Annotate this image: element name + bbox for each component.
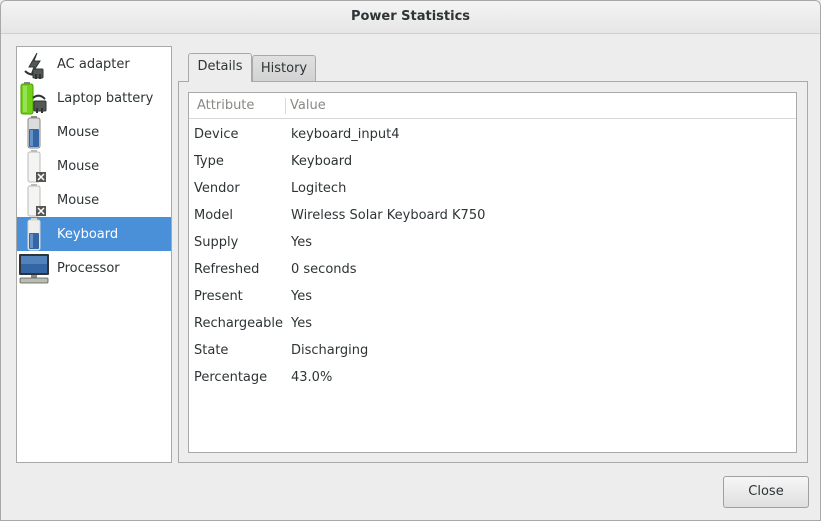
row-value: 43.0%: [291, 370, 333, 385]
row-value: Keyboard: [291, 154, 353, 169]
device-list[interactable]: AC adapter Laptop battery Mouse Mouse Mo…: [16, 46, 172, 463]
device-item-processor[interactable]: Processor: [17, 251, 171, 285]
device-label: AC adapter: [57, 56, 130, 72]
battery-missing-icon: [17, 149, 51, 183]
table-row[interactable]: Model Wireless Solar Keyboard K750: [189, 202, 796, 229]
table-row[interactable]: Percentage 43.0%: [189, 364, 796, 391]
device-item-laptop-battery[interactable]: Laptop battery: [17, 81, 171, 115]
row-attribute: Percentage: [194, 370, 268, 385]
window-title: Power Statistics: [1, 1, 820, 34]
device-item-ac-adapter[interactable]: AC adapter: [17, 47, 171, 81]
column-header-attribute[interactable]: Attribute: [197, 93, 254, 118]
table-row[interactable]: Vendor Logitech: [189, 175, 796, 202]
battery-icon: [17, 217, 51, 251]
row-value: Yes: [291, 235, 312, 250]
row-attribute: Supply: [194, 235, 239, 250]
details-table[interactable]: Attribute Value Device keyboard_input4 T…: [188, 92, 797, 453]
laptop-battery-icon: [17, 81, 51, 115]
row-attribute: Rechargeable: [194, 316, 283, 331]
row-value: Wireless Solar Keyboard K750: [291, 208, 486, 223]
row-value: 0 seconds: [291, 262, 357, 277]
battery-icon: [17, 115, 51, 149]
device-item-keyboard[interactable]: Keyboard: [17, 217, 171, 251]
row-value: Discharging: [291, 343, 369, 358]
column-separator: [285, 98, 286, 114]
row-attribute: State: [194, 343, 229, 358]
table-row[interactable]: Refreshed 0 seconds: [189, 256, 796, 283]
row-attribute: Device: [194, 127, 239, 142]
device-label: Mouse: [57, 158, 100, 174]
processor-icon: [17, 251, 51, 285]
device-item-mouse[interactable]: Mouse: [17, 183, 171, 217]
row-attribute: Refreshed: [194, 262, 260, 277]
table-row[interactable]: Supply Yes: [189, 229, 796, 256]
row-value: keyboard_input4: [291, 127, 400, 142]
device-label: Keyboard: [57, 226, 119, 242]
row-value: Yes: [291, 316, 312, 331]
row-attribute: Model: [194, 208, 234, 223]
device-item-mouse[interactable]: Mouse: [17, 149, 171, 183]
device-label: Mouse: [57, 192, 100, 208]
power-statistics-window: Power Statistics AC adapter Laptop batte…: [0, 0, 821, 521]
device-item-mouse[interactable]: Mouse: [17, 115, 171, 149]
row-attribute: Vendor: [194, 181, 240, 196]
table-header: Attribute Value: [189, 93, 796, 119]
row-attribute: Type: [194, 154, 224, 169]
device-label: Laptop battery: [57, 90, 154, 106]
close-button[interactable]: Close: [723, 476, 809, 508]
device-label: Mouse: [57, 124, 100, 140]
row-value: Logitech: [291, 181, 347, 196]
tab-details[interactable]: Details: [188, 53, 252, 82]
table-row[interactable]: Type Keyboard: [189, 148, 796, 175]
table-row[interactable]: Device keyboard_input4: [189, 121, 796, 148]
table-row[interactable]: State Discharging: [189, 337, 796, 364]
column-header-value[interactable]: Value: [290, 93, 326, 118]
battery-missing-icon: [17, 183, 51, 217]
device-label: Processor: [57, 260, 120, 276]
ac-adapter-icon: [17, 47, 51, 81]
row-attribute: Present: [194, 289, 243, 304]
tab-history[interactable]: History: [252, 55, 316, 82]
table-row[interactable]: Rechargeable Yes: [189, 310, 796, 337]
table-row[interactable]: Present Yes: [189, 283, 796, 310]
row-value: Yes: [291, 289, 312, 304]
